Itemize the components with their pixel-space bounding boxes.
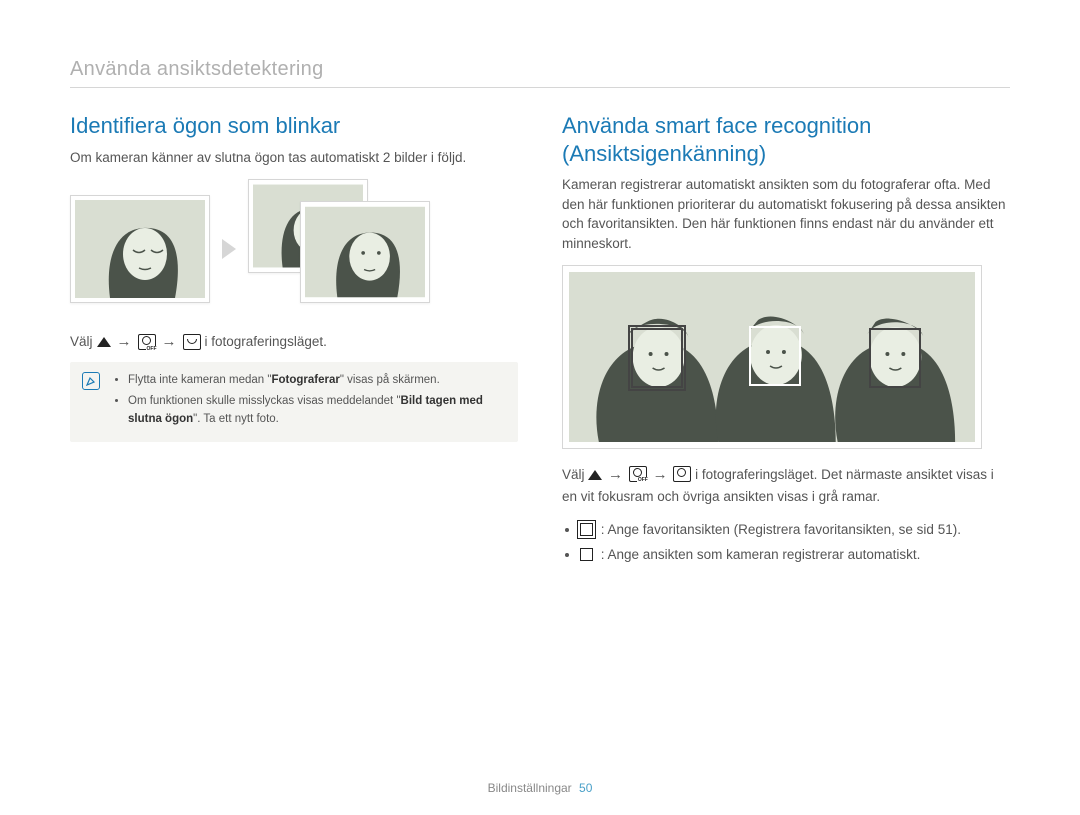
up-triangle-icon: [97, 337, 111, 347]
instruct-suffix: i fotograferingsläget.: [205, 334, 327, 349]
favorite-face-frame: [631, 328, 683, 388]
bullet-auto: : Ange ansikten som kameran registrerar …: [580, 545, 1010, 566]
right-intro: Kameran registrerar automatiskt ansikten…: [562, 175, 1010, 253]
single-frame-icon: [580, 548, 593, 561]
note-box: Flytta inte kameran medan "Fotograferar"…: [70, 362, 518, 441]
page-number: 50: [579, 781, 592, 795]
face-off-icon: [138, 334, 156, 350]
arrow-right-icon: [222, 239, 236, 259]
right-instruction: Välj → → i fotograferingsläget. Det närm…: [562, 463, 1010, 508]
arrow-icon: →: [162, 333, 177, 350]
blink-thumb-before: [70, 195, 210, 303]
group-photo: [562, 265, 982, 449]
arrow-icon: →: [608, 466, 623, 483]
page-footer: Bildinställningar 50: [0, 781, 1080, 795]
blink-illustration: [70, 179, 518, 319]
left-heading: Identifiera ögon som blinkar: [70, 112, 518, 140]
note-item-2: Om funktionen skulle misslyckas visas me…: [128, 393, 506, 429]
left-instruction: Välj → → i fotograferingsläget.: [70, 333, 518, 350]
section-title: Använda ansiktsdetektering: [70, 58, 1010, 88]
note-icon: [82, 372, 100, 390]
closest-face-frame: [749, 326, 801, 386]
left-intro: Om kameran känner av slutna ögon tas aut…: [70, 148, 518, 168]
note-item-1: Flytta inte kameran medan "Fotograferar"…: [128, 372, 506, 390]
smart-face-icon: [673, 466, 691, 482]
bullet-favorite: : Ange favoritansikten (Registrera favor…: [580, 520, 1010, 541]
arrow-icon: →: [653, 466, 668, 483]
instruct-prefix: Välj: [70, 334, 93, 349]
arrow-icon: →: [117, 333, 132, 350]
left-column: Identifiera ögon som blinkar Om kameran …: [70, 112, 518, 570]
blink-thumb-stack: [248, 179, 438, 319]
double-frame-icon: [580, 523, 593, 536]
up-triangle-icon: [588, 466, 602, 487]
right-heading: Använda smart face recognition (Ansiktsi…: [562, 112, 1010, 167]
instruct-mid: i fotograferingsläget. Det närmaste ansi…: [562, 467, 994, 504]
right-column: Använda smart face recognition (Ansiktsi…: [562, 112, 1010, 570]
instruct-prefix: Välj: [562, 467, 585, 482]
auto-face-frame: [869, 328, 921, 388]
face-off-icon: [629, 466, 647, 482]
footer-label: Bildinställningar: [488, 781, 572, 795]
blink-detect-icon: [183, 334, 201, 350]
right-bullets: : Ange favoritansikten (Registrera favor…: [562, 520, 1010, 566]
